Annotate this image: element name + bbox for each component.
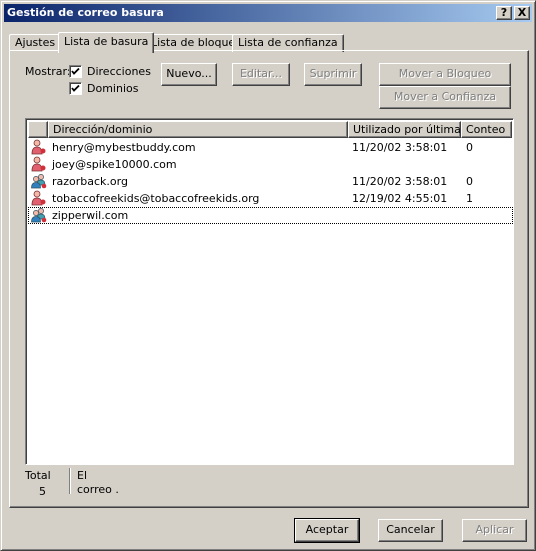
apply-button[interactable]: Aplicar <box>462 519 527 542</box>
window-title: Gestión de correo basura <box>7 6 164 19</box>
junk-mail-dialog: Gestión de correo basura ? X Ajustes Lis… <box>0 0 536 551</box>
tab-panel <box>9 50 529 508</box>
title-bar[interactable]: Gestión de correo basura ? X <box>4 4 532 22</box>
help-button[interactable]: ? <box>496 6 512 20</box>
cancel-button[interactable]: Cancelar <box>378 519 443 542</box>
ok-button[interactable]: Aceptar <box>294 518 360 543</box>
close-button[interactable]: X <box>514 6 530 20</box>
tab-lista-de-basura[interactable]: Lista de basura <box>58 32 155 53</box>
